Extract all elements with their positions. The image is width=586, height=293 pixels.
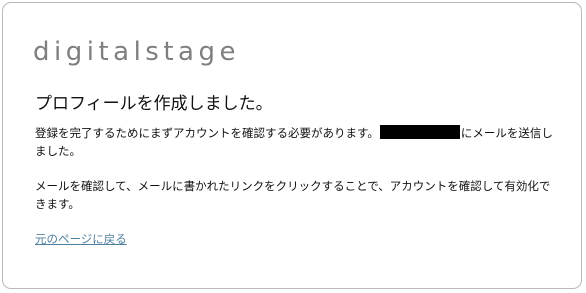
confirmation-card: digitalstage プロフィールを作成しました。 登録を完了するためにまず… (2, 2, 582, 289)
back-to-previous-page-link[interactable]: 元のページに戻る (35, 231, 127, 247)
page-title: プロフィールを作成しました。 (35, 94, 273, 114)
instruction-message: メールを確認して、メールに書かれたリンクをクリックすることで、アカウントを確認し… (35, 179, 551, 211)
digitalstage-logo: digitalstage (33, 37, 240, 67)
redacted-email (379, 125, 460, 139)
confirmation-message-start: 登録を完了するためにまずアカウントを確認する必要があります。 (35, 126, 379, 140)
confirmation-message: 登録を完了するためにまずアカウントを確認する必要があります。 にメールを送信しまし… (35, 124, 560, 160)
